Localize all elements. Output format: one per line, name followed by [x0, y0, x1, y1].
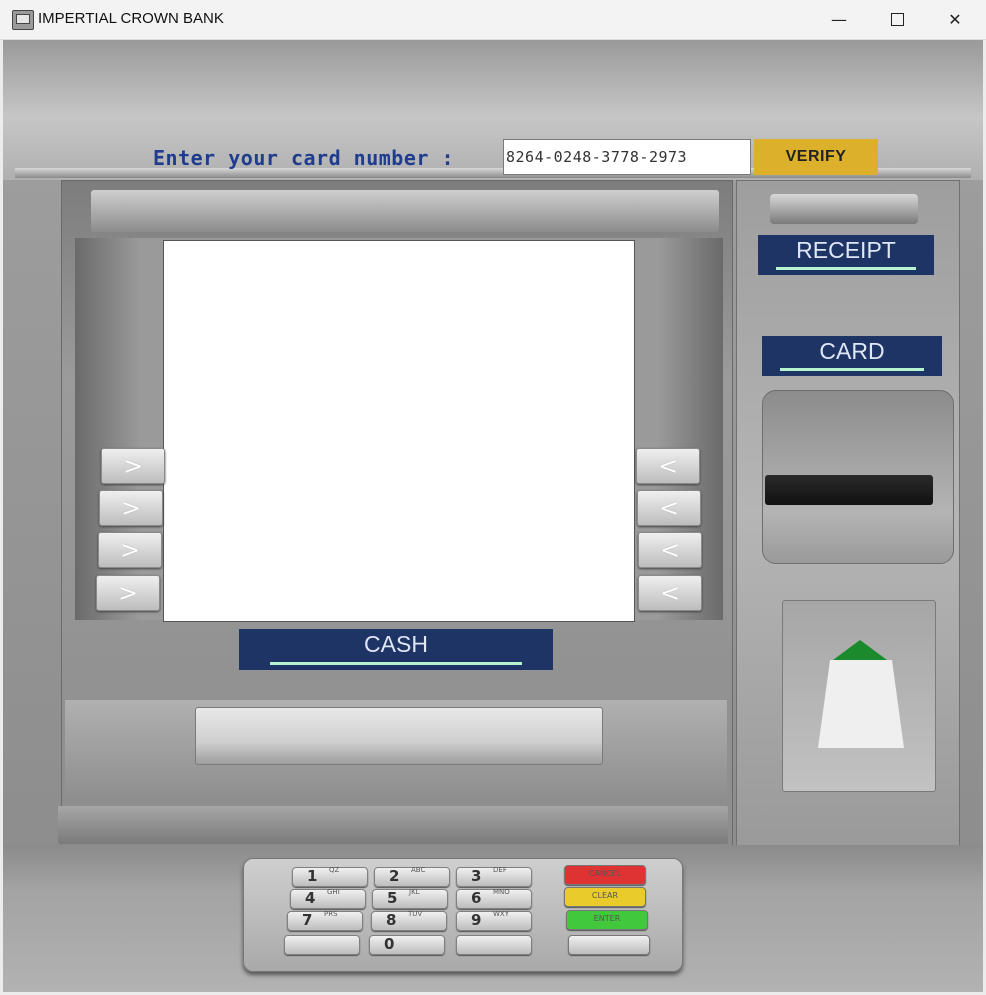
cash-label-stripe: [270, 662, 522, 665]
right-side-button-1[interactable]: <: [636, 448, 700, 484]
atm-machine: Enter your card number : VERIFY > > > > …: [3, 40, 983, 992]
key-1[interactable]: 1 QZ: [292, 866, 368, 887]
window-title: IMPERTIAL CROWN BANK: [38, 10, 224, 27]
cash-label: CASH: [239, 629, 553, 670]
minimize-button[interactable]: —: [810, 0, 868, 39]
atm-window: IMPERTIAL CROWN BANK — ✕ Enter your card…: [0, 0, 986, 995]
card-number-prompt: Enter your card number :: [153, 146, 454, 170]
card-label: CARD: [762, 336, 942, 376]
receipt-slot: [770, 194, 918, 224]
key-7[interactable]: 7 PRS: [287, 910, 363, 931]
right-side-button-2[interactable]: <: [637, 490, 701, 526]
chevron-left-icon: <: [657, 452, 679, 480]
chevron-right-icon: >: [120, 494, 142, 522]
atm-icon: [12, 10, 34, 30]
card-number-input[interactable]: [503, 139, 751, 175]
verify-button[interactable]: VERIFY: [754, 139, 878, 175]
chevron-right-icon: >: [119, 536, 141, 564]
cancel-key[interactable]: CANCEL: [564, 865, 646, 885]
minimize-icon: —: [831, 10, 847, 29]
key-blank-right[interactable]: [456, 935, 532, 955]
receipt-label-stripe: [775, 267, 917, 270]
chevron-right-icon: >: [122, 452, 144, 480]
chevron-right-icon: >: [117, 579, 139, 607]
key-6[interactable]: 6 MNO: [456, 888, 532, 909]
key-0[interactable]: 0: [369, 935, 445, 955]
chevron-left-icon: <: [659, 579, 681, 607]
arrow-up-icon: [833, 640, 887, 660]
key-2[interactable]: 2 ABC: [374, 866, 450, 887]
close-icon: ✕: [948, 10, 962, 29]
screen-hood: [91, 190, 719, 232]
maximize-button[interactable]: [868, 0, 926, 39]
key-blank-left[interactable]: [284, 935, 360, 955]
maximize-icon: [890, 13, 904, 26]
atm-display-screen: [163, 240, 635, 622]
close-button[interactable]: ✕: [926, 0, 984, 39]
left-side-button-2[interactable]: >: [99, 490, 163, 526]
right-side-button-3[interactable]: <: [638, 532, 702, 568]
left-side-button-4[interactable]: >: [96, 575, 160, 611]
cash-label-text: CASH: [364, 631, 428, 657]
atm-ledge: [58, 806, 728, 844]
receipt-label: RECEIPT: [758, 235, 934, 275]
receipt-label-text: RECEIPT: [796, 237, 896, 263]
enter-key[interactable]: ENTER: [566, 910, 648, 930]
deposit-card-icon: [818, 660, 904, 748]
keypad: 1 QZ 2 ABC 3 DEF 4 GHI 5 JKL 6 MNO 7 PRS 8 TUV 9…: [243, 858, 683, 972]
key-5[interactable]: 5 JKL: [372, 888, 448, 909]
cash-slot: [195, 707, 603, 765]
key-4[interactable]: 4 GHI: [290, 888, 366, 909]
title-bar: IMPERTIAL CROWN BANK — ✕: [0, 0, 986, 40]
key-3[interactable]: 3 DEF: [456, 866, 532, 887]
clear-key[interactable]: CLEAR: [564, 887, 646, 907]
right-side-button-4[interactable]: <: [638, 575, 702, 611]
card-slot: [765, 475, 933, 505]
left-side-button-1[interactable]: >: [101, 448, 165, 484]
chevron-left-icon: <: [658, 494, 680, 522]
function-key-blank[interactable]: [568, 935, 650, 955]
left-side-button-3[interactable]: >: [98, 532, 162, 568]
chevron-left-icon: <: [659, 536, 681, 564]
key-9[interactable]: 9 WXY: [456, 910, 532, 931]
card-label-stripe: [780, 368, 924, 371]
card-label-text: CARD: [819, 338, 885, 364]
key-8[interactable]: 8 TUV: [371, 910, 447, 931]
